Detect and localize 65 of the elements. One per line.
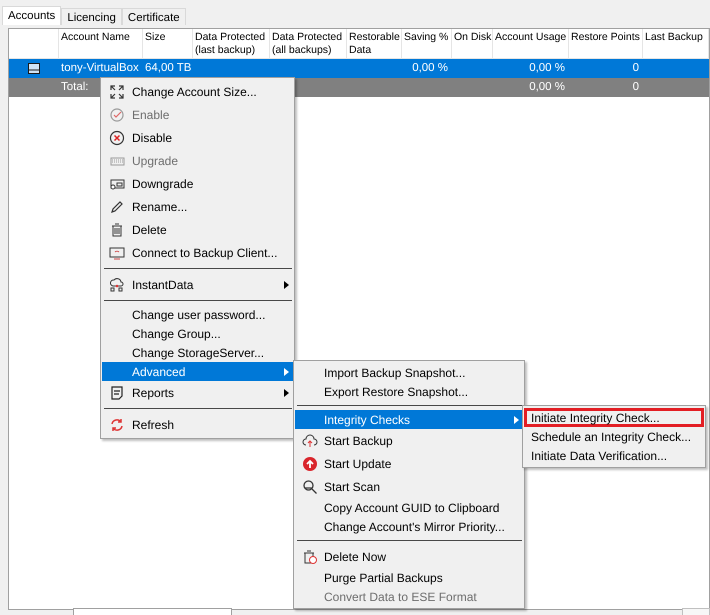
tab[interactable]: Licencing xyxy=(61,8,122,25)
trash-clock-icon xyxy=(302,548,318,564)
menu-item[interactable]: Advanced xyxy=(102,362,293,381)
refresh-icon xyxy=(109,416,125,432)
menu-item[interactable]: Export Restore Snapshot... xyxy=(295,382,523,401)
menu-item[interactable]: Change Account's Mirror Priority... xyxy=(295,517,523,536)
submenu-arrow-icon xyxy=(514,416,519,424)
cloud-upload-icon xyxy=(302,432,318,448)
menu-item[interactable]: Integrity Checks xyxy=(295,410,523,429)
submenu-arrow-icon xyxy=(284,368,289,376)
report-icon xyxy=(109,384,125,400)
table-cell: 0,00 % xyxy=(529,62,565,74)
menu-item[interactable]: Initiate Integrity Check... xyxy=(524,408,704,427)
trash-icon xyxy=(109,222,125,238)
table-cell: tony-VirtualBox xyxy=(61,62,139,74)
tab[interactable]: Accounts xyxy=(2,6,62,25)
menu-item[interactable]: Purge Partial Backups xyxy=(295,568,523,587)
menu-item[interactable]: Initiate Data Verification... xyxy=(524,446,704,465)
table-cell: 0 xyxy=(632,81,639,93)
up-arrow-circle-icon xyxy=(302,456,318,472)
menu-item[interactable]: InstantData xyxy=(102,273,293,296)
menu-item[interactable]: Downgrade xyxy=(102,172,293,195)
menu-item[interactable]: Reports xyxy=(102,381,293,404)
menu-item[interactable]: Connect to Backup Client... xyxy=(102,241,293,264)
menu-item[interactable]: Change user password... xyxy=(102,305,293,324)
monitor-icon xyxy=(109,244,125,260)
pencil-icon xyxy=(109,198,125,214)
magnifier-icon xyxy=(302,478,318,494)
table-row[interactable]: tony-VirtualBox 64,00 TB 0,00 % 0,00 % 0 xyxy=(9,59,709,78)
submenu-arrow-icon xyxy=(284,280,289,288)
table-cell: 0,00 % xyxy=(529,81,565,93)
menu-item[interactable]: Change StorageServer... xyxy=(102,343,293,362)
menu-item[interactable]: Start Backup xyxy=(295,429,523,452)
check-circle-icon xyxy=(109,106,125,122)
menu-item[interactable]: Delete xyxy=(102,218,293,241)
table-cell: Total: xyxy=(61,81,88,93)
column-header[interactable]: On Disk xyxy=(452,29,493,58)
menu-item[interactable]: Disable xyxy=(102,126,293,149)
table-cell: 0,00 % xyxy=(412,62,448,74)
menu-item[interactable]: Copy Account GUID to Clipboard xyxy=(295,498,523,517)
cloud-icon xyxy=(109,276,125,292)
menu-item[interactable]: Delete Now xyxy=(295,545,523,568)
column-header[interactable]: Account Usage xyxy=(493,29,569,58)
tab[interactable]: Certificate xyxy=(122,8,186,25)
menu-item[interactable]: Schedule an Integrity Check... xyxy=(524,427,704,446)
column-header[interactable]: Size xyxy=(143,29,193,58)
column-header[interactable]: Restore Points xyxy=(569,29,643,58)
menu-item[interactable]: Start Update xyxy=(295,452,523,475)
cross-circle-icon xyxy=(109,130,125,146)
table-cell: 64,00 TB xyxy=(145,62,192,74)
computer-icon xyxy=(28,63,40,74)
resize-icon xyxy=(109,84,125,100)
column-header[interactable]: Restorable Data xyxy=(347,29,402,58)
menu-item[interactable]: Change Group... xyxy=(102,324,293,343)
menu-item[interactable]: Import Backup Snapshot... xyxy=(295,363,523,382)
column-header[interactable]: Data Protected (all backups) xyxy=(270,29,347,58)
column-header[interactable]: Saving % xyxy=(402,29,452,58)
submenu-arrow-icon xyxy=(284,388,289,396)
menu-item[interactable]: Rename... xyxy=(102,195,293,218)
column-header[interactable]: Account Name xyxy=(59,29,143,58)
menu-item[interactable]: Start Scan xyxy=(295,475,523,498)
column-header[interactable]: Last Backup xyxy=(643,29,709,58)
menu-item[interactable]: Refresh xyxy=(102,413,293,436)
table-cell: 0 xyxy=(632,62,639,74)
column-header[interactable]: Data Protected (last backup) xyxy=(193,29,270,58)
